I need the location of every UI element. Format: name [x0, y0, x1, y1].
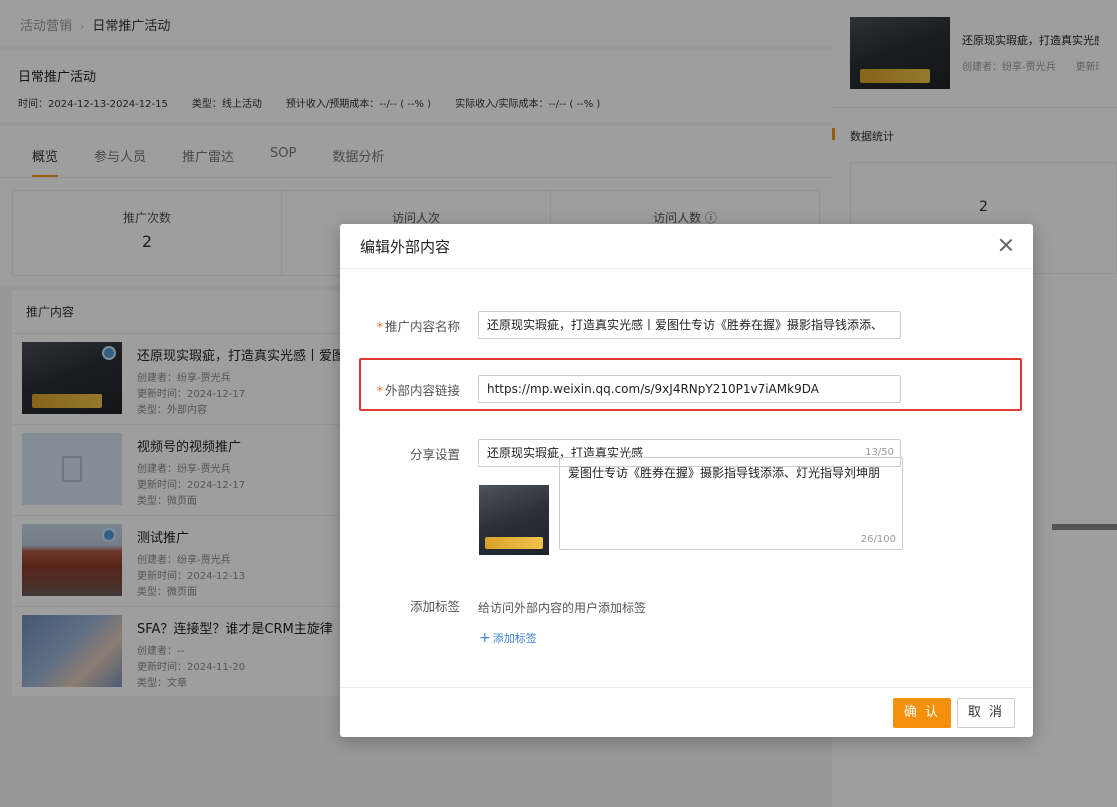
required-mark: * — [376, 319, 383, 334]
add-tag-link[interactable]: + 添加标签 — [479, 630, 537, 646]
share-description-counter: 26/100 — [860, 534, 896, 545]
tag-hint: 给访问外部内容的用户添加标签 — [478, 601, 647, 615]
edit-external-content-dialog: 编辑外部内容 * 推广内容名称 还原现实瑕疵，打造真实光感丨爱图仕专访《胜券在握》… — [340, 224, 1033, 737]
external-link-input[interactable]: https://mp.weixin.qq.com/s/9xJ4RNpY210P1… — [478, 375, 901, 403]
name-label: * 推广内容名称 — [340, 316, 460, 335]
name-label-text: 推广内容名称 — [384, 319, 460, 334]
cancel-button[interactable]: 取 消 — [957, 698, 1015, 728]
share-label: 分享设置 — [409, 447, 460, 462]
required-mark: * — [376, 383, 383, 398]
tag-label: 添加标签 — [409, 599, 460, 614]
share-description-text: 爱图仕专访《胜券在握》摄影指导钱添添、灯光指导刘坤朋 — [568, 466, 881, 480]
dialog-title: 编辑外部内容 — [360, 238, 451, 256]
close-icon[interactable] — [997, 236, 1015, 254]
add-tag-text: 添加标签 — [492, 632, 537, 645]
confirm-button[interactable]: 确 认 — [893, 698, 951, 728]
dialog-footer: 确 认 取 消 — [340, 687, 1033, 737]
share-description-textarea[interactable]: 爱图仕专访《胜券在握》摄影指导钱添添、灯光指导刘坤朋 26/100 — [559, 457, 903, 550]
share-cover-image[interactable] — [479, 485, 549, 555]
link-label: * 外部内容链接 — [340, 380, 460, 399]
dialog-header: 编辑外部内容 — [340, 224, 1033, 269]
plus-icon: + — [479, 630, 491, 646]
link-label-text: 外部内容链接 — [384, 383, 460, 398]
content-name-input[interactable]: 还原现实瑕疵，打造真实光感丨爱图仕专访《胜券在握》摄影指导钱添添、 — [478, 311, 901, 339]
